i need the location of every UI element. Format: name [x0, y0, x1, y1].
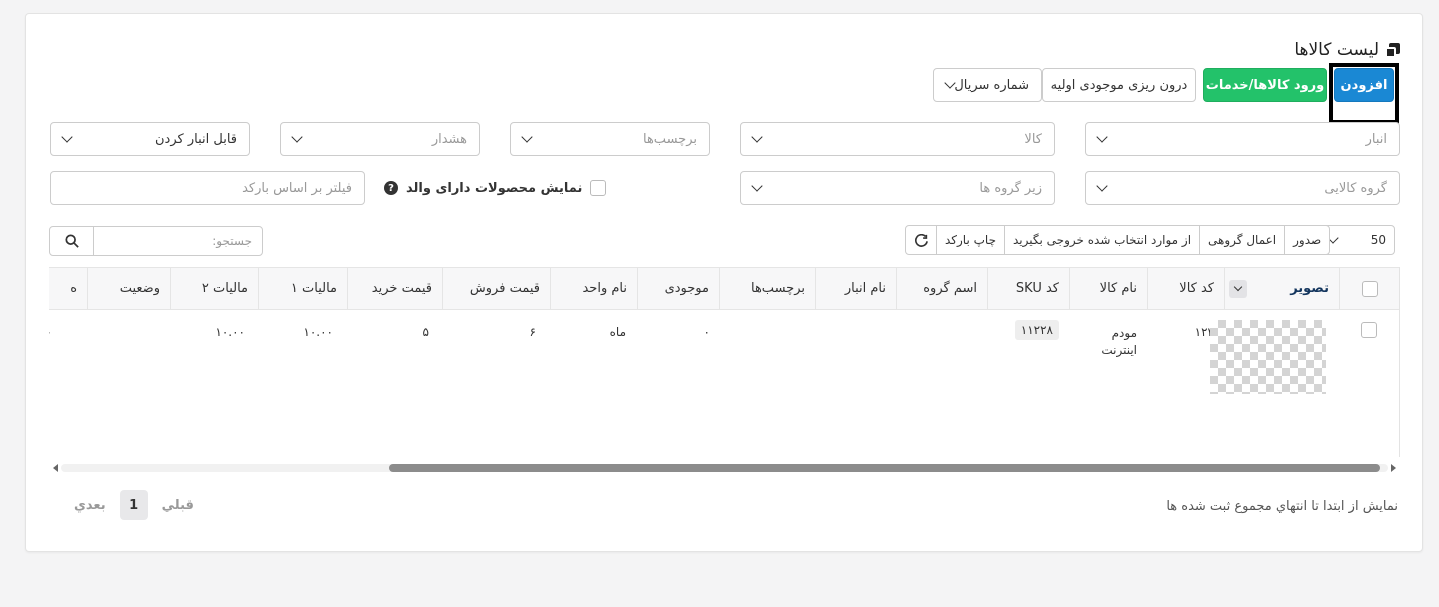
- table-header: تصویر کد کالا نام کالا کد SKU اسم گروه ن…: [49, 267, 1399, 310]
- search-icon: [64, 234, 79, 248]
- chevron-down-icon: [61, 131, 73, 143]
- alert-select[interactable]: هشدار: [280, 122, 480, 156]
- prev-page-button[interactable]: قبلي: [162, 498, 194, 513]
- tags-select-placeholder: برچسب‌ها: [642, 131, 697, 147]
- current-page-button[interactable]: 1: [119, 490, 148, 520]
- col-code[interactable]: کد کالا: [1147, 268, 1224, 309]
- help-icon[interactable]: ?: [384, 181, 398, 195]
- import-stock-button[interactable]: درون ریزی موجودی اولیه: [1042, 68, 1196, 102]
- col-more[interactable]: ه: [49, 268, 87, 309]
- col-sku[interactable]: کد SKU: [987, 268, 1069, 309]
- col-purchase-price[interactable]: قیمت خرید: [347, 268, 442, 309]
- show-parent-filter: نمایش محصولات دارای والد ?: [384, 180, 607, 196]
- col-sale-price[interactable]: قیمت فروش: [442, 268, 550, 309]
- cell-stock: ۰: [703, 325, 710, 339]
- pagination: بعدي 1 قبلي: [74, 490, 194, 520]
- cell-sku: ۱۱۲۲۸: [1014, 320, 1059, 340]
- cell-unit: ماه: [609, 325, 626, 339]
- chevron-down-icon: [1096, 131, 1108, 143]
- subgroups-select[interactable]: زیر گروه ها: [740, 171, 1055, 205]
- col-tax2[interactable]: مالیات ۲: [170, 268, 258, 309]
- warehouse-select-placeholder: انبار: [1365, 131, 1387, 147]
- page-size-value: 50: [1370, 233, 1386, 247]
- pagination-info: نمایش از ابتدا تا انتهاي مجموع ثبت شده ه…: [1166, 499, 1398, 514]
- cell-tax2: ۱۰.۰۰: [215, 325, 245, 339]
- page-title-text: لیست کالاها: [1294, 40, 1379, 60]
- product-image-placeholder: [1210, 320, 1326, 394]
- cell-name-line1: مودم: [1111, 326, 1137, 340]
- col-tax1[interactable]: مالیات ۱: [258, 268, 347, 309]
- tags-select[interactable]: برچسب‌ها: [510, 122, 710, 156]
- barcode-filter-input[interactable]: فیلتر بر اساس بارکد: [50, 171, 365, 205]
- scroll-thumb[interactable]: [389, 464, 1380, 472]
- search-button[interactable]: [50, 227, 94, 255]
- import-goods-button[interactable]: ورود کالاها/خدمات: [1203, 68, 1327, 102]
- col-status[interactable]: وضعیت: [87, 268, 170, 309]
- scroll-right-icon[interactable]: [1391, 464, 1396, 472]
- product-group-select[interactable]: گروه کالایی: [1085, 171, 1400, 205]
- export-selected-button[interactable]: از موارد انتخاب شده خروجی بگیرید: [1004, 226, 1199, 254]
- col-stock[interactable]: موجودی: [637, 268, 719, 309]
- horizontal-scrollbar[interactable]: [49, 460, 1400, 474]
- col-tags[interactable]: برچسب‌ها: [719, 268, 815, 309]
- page-title: لیست کالاها: [1294, 40, 1400, 60]
- cell-purchase-price: ۵: [422, 325, 429, 339]
- cell-tax1: ۱۰.۰۰: [303, 325, 333, 339]
- storable-select[interactable]: قابل انبار کردن: [50, 122, 250, 156]
- chevron-down-icon: [751, 131, 763, 143]
- col-image[interactable]: تصویر: [1224, 268, 1339, 309]
- products-table: تصویر کد کالا نام کالا کد SKU اسم گروه ن…: [49, 267, 1400, 457]
- product-select-placeholder: کالا: [1024, 131, 1042, 147]
- col-warehouse-name[interactable]: نام انبار: [815, 268, 896, 309]
- refresh-button[interactable]: [906, 226, 936, 254]
- alert-select-placeholder: هشدار: [431, 131, 467, 147]
- chevron-down-icon: [1096, 180, 1108, 192]
- export-button[interactable]: صدور: [1284, 226, 1329, 254]
- table-search: جستجو:: [49, 226, 263, 256]
- warehouse-select[interactable]: انبار: [1085, 122, 1400, 156]
- cell-sale-price: ۶: [529, 325, 536, 339]
- storable-select-value: قابل انبار کردن: [155, 131, 237, 147]
- col-unit[interactable]: نام واحد: [550, 268, 637, 309]
- col-group-name[interactable]: اسم گروه: [896, 268, 987, 309]
- chevron-down-icon: [1233, 282, 1243, 291]
- select-all-cell: [1339, 268, 1399, 309]
- serial-select-value: شماره سریال: [954, 77, 1029, 93]
- row-checkbox[interactable]: [1361, 322, 1377, 338]
- cell-name-line2: اینترنت: [1101, 343, 1137, 357]
- product-group-placeholder: گروه کالایی: [1324, 180, 1387, 196]
- print-barcode-button[interactable]: چاپ بارکد: [936, 226, 1004, 254]
- bulk-apply-button[interactable]: اعمال گروهی: [1199, 226, 1284, 254]
- page-size-select[interactable]: 50: [1320, 225, 1395, 255]
- refresh-icon: [914, 233, 928, 247]
- product-select[interactable]: کالا: [740, 122, 1055, 156]
- select-all-checkbox[interactable]: [1362, 280, 1378, 297]
- copy-icon: [1385, 42, 1400, 58]
- chevron-down-icon: [521, 131, 533, 143]
- col-image-label: تصویر: [1290, 281, 1329, 296]
- sku-badge: ۱۱۲۲۸: [1014, 320, 1059, 340]
- column-toggle-button[interactable]: [1229, 279, 1247, 298]
- search-input[interactable]: جستجو:: [94, 227, 262, 255]
- col-name[interactable]: نام کالا: [1069, 268, 1147, 309]
- show-parent-checkbox[interactable]: [590, 180, 607, 196]
- serial-select[interactable]: شماره سریال: [933, 68, 1042, 102]
- next-page-button[interactable]: بعدي: [74, 498, 106, 513]
- scroll-left-icon[interactable]: [53, 464, 58, 472]
- main-card: لیست کالاها افزودن ورود کالاها/خدمات درو…: [25, 13, 1423, 552]
- show-parent-label: نمایش محصولات دارای والد: [406, 180, 583, 196]
- highlight-box: [1329, 63, 1399, 124]
- cell-name: مودم اینترنت: [1101, 325, 1137, 359]
- subgroups-placeholder: زیر گروه ها: [979, 180, 1042, 196]
- table-toolbar: صدور اعمال گروهی از موارد انتخاب شده خرو…: [905, 225, 1331, 255]
- cell-more: ۰: [49, 325, 52, 339]
- chevron-down-icon: [751, 180, 763, 192]
- chevron-down-icon: [291, 131, 303, 143]
